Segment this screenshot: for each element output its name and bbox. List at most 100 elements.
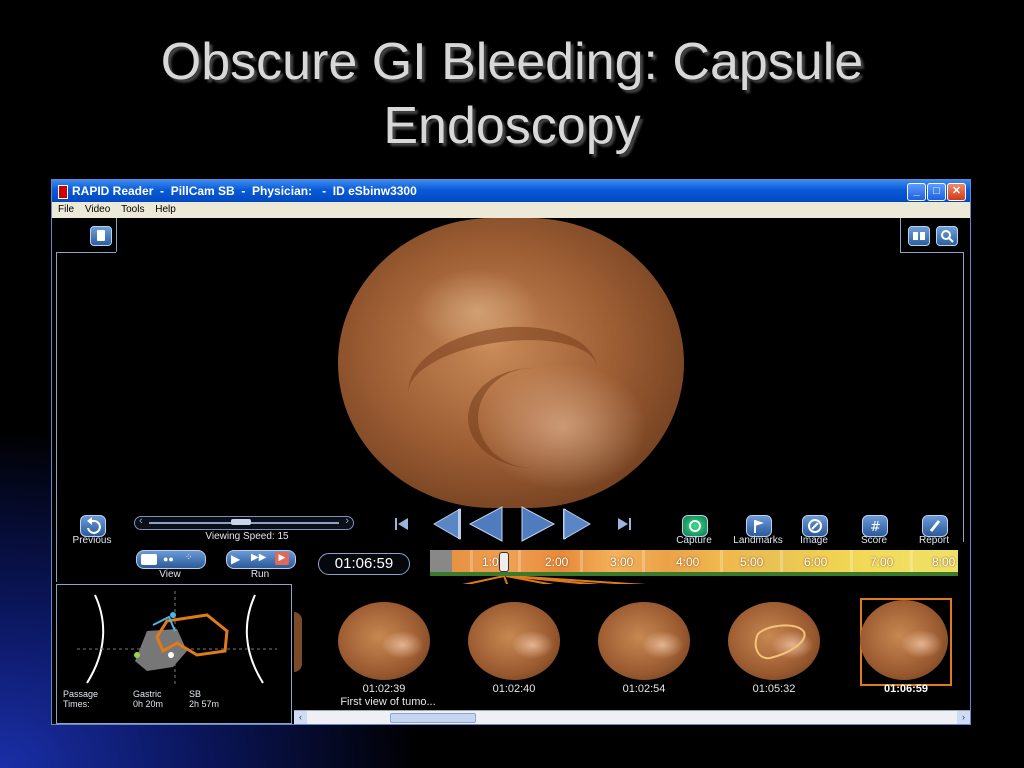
frame-line xyxy=(116,218,117,252)
thumbnail-time: 01:02:40 xyxy=(492,683,536,695)
page-icon xyxy=(97,230,105,241)
undo-arrow-icon xyxy=(87,517,101,534)
quad-view-icon[interactable]: ⁘ xyxy=(185,552,193,563)
landmarks-button[interactable] xyxy=(746,515,772,537)
book-icon xyxy=(913,232,925,240)
capture-label: Capture xyxy=(676,535,712,546)
report-button[interactable] xyxy=(922,515,948,537)
svg-text:#: # xyxy=(870,520,881,535)
previous-button[interactable] xyxy=(80,515,106,537)
book-view-button[interactable] xyxy=(908,226,930,246)
scroll-left-button[interactable]: ‹ xyxy=(294,711,307,724)
timeline-tick: 3:00 xyxy=(610,555,634,569)
step-back-icon[interactable] xyxy=(430,506,464,542)
menu-video[interactable]: Video xyxy=(85,204,110,215)
score-button[interactable]: # xyxy=(862,515,888,537)
thumbnail-image[interactable] xyxy=(728,602,820,680)
rapid-reader-window: RAPID Reader - PillCam SB - Physician: -… xyxy=(51,179,971,725)
score-label: Score xyxy=(860,535,888,546)
maximize-button[interactable]: □ xyxy=(927,183,946,201)
frame-line xyxy=(963,252,964,542)
report-label: Report xyxy=(918,535,949,546)
menu-file[interactable]: File xyxy=(58,204,74,215)
selected-thumbnail-frame[interactable] xyxy=(860,598,952,686)
layout-toggle-button[interactable] xyxy=(90,226,112,246)
thumbnail-strip: 01:02:39 First view of tumo... 01:02:40 … xyxy=(294,584,970,710)
view-mode-toggle[interactable]: ●● ⁘ xyxy=(136,550,206,569)
menu-help[interactable]: Help xyxy=(155,204,176,215)
timeline-tick: 7:00 xyxy=(870,555,894,569)
scroll-right-button[interactable]: › xyxy=(957,711,970,724)
mucosal-fold xyxy=(468,368,598,468)
scrollbar-thumb[interactable] xyxy=(390,713,476,723)
gastric-label: Gastric xyxy=(133,689,162,699)
app-icon xyxy=(58,185,68,199)
skip-to-start-icon[interactable] xyxy=(392,514,414,534)
previous-label: Previous xyxy=(72,535,112,546)
thumbnail-time: 01:02:39 xyxy=(362,683,406,695)
capture-button[interactable] xyxy=(682,515,708,537)
thumbnail-image[interactable] xyxy=(338,602,430,680)
zoom-button[interactable] xyxy=(936,226,958,246)
run-mode-toggle[interactable]: ▶ ▶▶ ▶ xyxy=(226,550,296,569)
pencil-icon xyxy=(929,520,941,532)
run-normal-icon[interactable]: ▶ xyxy=(231,552,240,566)
viewing-speed-slider[interactable]: ‹ › xyxy=(134,515,354,530)
hash-icon: # xyxy=(870,520,881,535)
play-icon[interactable] xyxy=(518,504,558,544)
timeline-position-cursor[interactable] xyxy=(499,552,509,572)
frame-line xyxy=(56,252,57,582)
viewing-speed-label: Viewing Speed: 15 xyxy=(205,531,289,542)
frame-line xyxy=(56,252,116,253)
magnifier-icon xyxy=(941,230,954,243)
partial-thumbnail xyxy=(294,612,302,672)
sb-label: SB xyxy=(189,689,202,699)
passage-label-line-2: Times: xyxy=(63,699,90,709)
image-label: Image xyxy=(800,535,828,546)
slider-thumb[interactable] xyxy=(231,519,251,525)
thumbnail-time: 01:05:32 xyxy=(752,683,796,695)
slide-title-line-2: Endoscopy xyxy=(383,97,641,155)
run-fast-icon[interactable]: ▶▶ xyxy=(251,552,266,563)
image-icon xyxy=(808,519,822,533)
skip-to-end-icon[interactable] xyxy=(612,514,634,534)
thumbnail-image[interactable] xyxy=(468,602,560,680)
thumbnail-scrollbar[interactable]: ‹ › xyxy=(294,710,970,724)
gastric-time: 0h 20m xyxy=(133,699,164,709)
step-forward-icon[interactable] xyxy=(560,506,594,542)
thumbnail-caption: First view of tumo... xyxy=(340,696,436,708)
play-reverse-icon[interactable] xyxy=(466,504,506,544)
window-title: RAPID Reader - PillCam SB - Physician: -… xyxy=(72,184,417,198)
menu-bar: File Video Tools Help xyxy=(52,202,970,218)
single-view-icon[interactable] xyxy=(141,554,157,565)
lesion-outline xyxy=(754,624,806,660)
frame-line xyxy=(900,252,964,253)
timeline-tick: 4:00 xyxy=(676,555,700,569)
timeline-tick: 5:00 xyxy=(740,555,764,569)
menu-tools[interactable]: Tools xyxy=(121,204,144,215)
passage-label-line-1: Passage xyxy=(63,689,99,699)
timeline-tick: 8:00 xyxy=(932,555,956,569)
capsule-localization-panel: Passage Times: Gastric 0h 20m SB 2h 57m xyxy=(56,584,292,724)
thumbnail-time: 01:06:59 xyxy=(883,683,929,695)
timeline-tick: 6:00 xyxy=(804,555,828,569)
minimize-button[interactable]: _ xyxy=(907,183,926,201)
thumbnail-time: 01:02:54 xyxy=(622,683,666,695)
endoscopy-image xyxy=(338,218,684,508)
viewer-area: Previous ‹ › Viewing Speed: 15 Capture L… xyxy=(52,218,970,724)
body-localization-diagram xyxy=(77,591,277,687)
frame-line xyxy=(900,218,901,252)
thumbnail-image[interactable] xyxy=(860,600,948,680)
thumbnail-image[interactable] xyxy=(598,602,690,680)
run-quickview-icon[interactable]: ▶ xyxy=(275,552,289,565)
video-timeline[interactable]: 1:00 2:00 3:00 4:00 5:00 6:00 7:00 8:00 xyxy=(430,550,958,576)
close-button[interactable]: ✕ xyxy=(947,183,966,201)
timeline-tick: 2:00 xyxy=(545,555,569,569)
view-label: View xyxy=(159,569,181,580)
chevron-left-icon: ‹ xyxy=(139,515,143,527)
dual-view-icon[interactable]: ●● xyxy=(163,554,174,564)
slide-title: Obscure GI Bleeding: Capsule Endoscopy xyxy=(0,30,1024,158)
window-titlebar[interactable]: RAPID Reader - PillCam SB - Physician: -… xyxy=(52,180,970,202)
image-button[interactable] xyxy=(802,515,828,537)
run-label: Run xyxy=(250,569,270,580)
